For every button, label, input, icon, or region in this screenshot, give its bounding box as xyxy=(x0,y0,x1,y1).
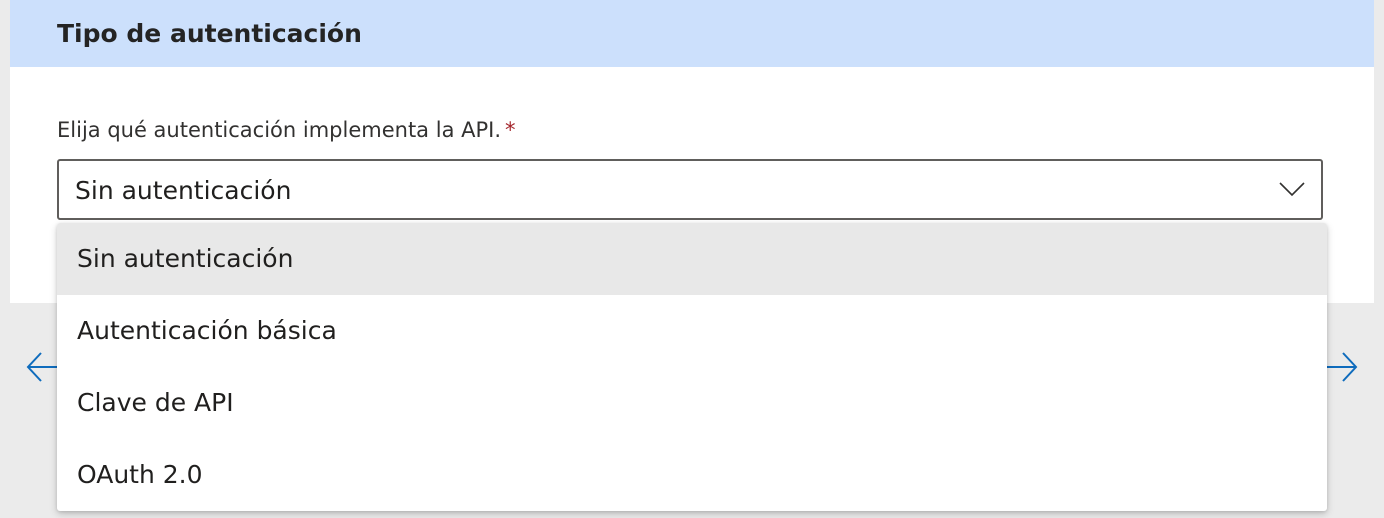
option-oauth-2[interactable]: OAuth 2.0 xyxy=(57,439,1327,511)
auth-type-label-text: Elija qué autenticación implementa la AP… xyxy=(57,118,502,142)
auth-type-dropdown[interactable]: Sin autenticación xyxy=(57,159,1323,220)
page: Tipo de autenticación Elija qué autentic… xyxy=(0,0,1384,518)
auth-type-selected-value: Sin autenticación xyxy=(75,176,292,205)
option-sin-autenticacion[interactable]: Sin autenticación xyxy=(57,223,1327,295)
option-autenticacion-basica[interactable]: Autenticación básica xyxy=(57,295,1327,367)
auth-type-label: Elija qué autenticación implementa la AP… xyxy=(57,115,516,145)
section-title: Tipo de autenticación xyxy=(57,19,362,48)
auth-type-options-list: Sin autenticación Autenticación básica C… xyxy=(57,223,1327,511)
option-clave-de-api[interactable]: Clave de API xyxy=(57,367,1327,439)
arrow-left-icon[interactable] xyxy=(25,350,59,384)
section-header: Tipo de autenticación xyxy=(10,0,1374,67)
arrow-right-icon[interactable] xyxy=(1325,350,1359,384)
chevron-down-icon xyxy=(1279,182,1305,197)
required-marker: * xyxy=(505,118,516,142)
